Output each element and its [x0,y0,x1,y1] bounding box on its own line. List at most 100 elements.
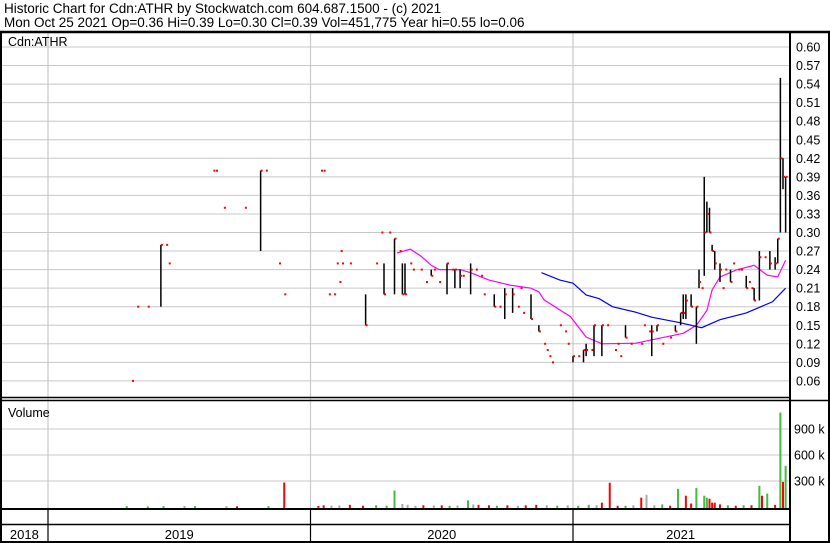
price-bar-close [680,311,683,314]
price-bar-close [475,268,478,271]
volume-bar [766,493,769,508]
volume-bar [758,485,761,508]
price-tick-label: 0.12 [796,337,820,351]
price-bar-close [410,262,413,265]
volume-tick-label: 900 k [794,423,825,437]
volume-bar [600,502,603,508]
price-bar-close [559,324,562,327]
price-tick-label: 0.24 [796,263,820,277]
volume-bar [632,505,635,508]
price-bar-close [675,330,678,333]
volume-bar [125,506,128,508]
price-bar-close [780,157,783,160]
price-bar-close [483,293,486,296]
volume-bar [577,505,580,508]
price-tick-label: 0.54 [796,78,820,92]
chart-title: Historic Chart for Cdn:ATHR by Stockwatc… [4,1,441,16]
volume-bar [516,505,519,508]
volume-bar [422,505,425,508]
price-bar-close [365,324,368,327]
price-bar-close [712,250,715,253]
price-bar-close [594,324,596,327]
price-bar-close [531,318,533,321]
volume-bar [317,505,320,508]
price-tick-label: 0.27 [796,245,820,259]
volume-axis: 900 k 600 k 300 k [794,423,825,489]
price-bar-close [733,262,736,265]
price-bar-close [552,361,554,364]
volume-bar [348,504,351,508]
volume-bar [477,504,480,508]
volume-bar [782,481,784,508]
year-label: 2021 [666,527,695,542]
volume-bar [695,487,698,508]
volume-bar [742,505,745,508]
price-bar-close [546,348,549,351]
volume-bar [616,505,619,508]
price-bar-close [439,280,442,283]
price-bar-close [769,262,772,265]
price-bar-close [412,268,415,271]
price-bar-close [641,342,644,345]
price-tick-label: 0.42 [796,152,820,166]
price-bar-close [615,348,617,351]
price-bar-close [685,299,688,302]
price-bar-close [549,355,552,358]
price-bar-close [630,342,633,345]
price-bar-close [340,250,343,253]
volume-bar [684,495,687,508]
volume-bar [669,505,672,508]
price-bar-close [565,330,568,333]
volume-bar [330,505,333,508]
volume-bar [338,505,341,508]
price-bar-close [709,231,712,234]
price-tick-label: 0.48 [796,115,820,129]
price-tick-label: 0.57 [796,59,820,73]
volume-bar [406,504,409,508]
price-bar-close [334,293,337,296]
price-bar-close [384,293,386,296]
volume-bar [545,505,548,508]
price-bar-close [328,293,331,296]
volume-bar [401,503,404,508]
volume-bar [653,505,656,508]
price-bar-close [701,287,704,290]
price-bar-close [775,262,778,265]
price-bar-close [223,206,226,209]
price-tick-label: 0.09 [796,356,820,370]
price-bar-close [470,268,473,271]
price-bar-close [651,330,654,333]
volume-tick-label: 600 k [794,449,825,463]
price-tick-label: 0.33 [796,207,820,221]
stock-chart: Historic Chart for Cdn:ATHR by Stockwatc… [0,0,830,543]
price-bar-close [336,262,339,265]
price-bar-close [620,355,623,358]
volume-bar [236,506,238,508]
price-bar-close [706,212,709,215]
price-bar-close [454,268,457,271]
price-bar-close [725,268,728,271]
volume-bar [506,505,509,508]
price-bar-close [213,169,216,172]
price-bar-close [538,330,541,333]
price-bar-close [714,262,717,265]
price-bar-close [244,206,247,209]
volume-bar [448,505,451,508]
volume-bar [414,505,417,508]
price-bar-close [447,262,449,265]
volume-bar [734,505,737,508]
volume-bar [267,506,270,508]
price-bar-close [544,342,547,345]
price-bar-close [394,237,397,240]
price-tick-label: 0.51 [796,96,820,110]
price-bar-close [785,175,788,178]
price-bar-close [512,293,515,296]
price-bar-close [730,280,733,283]
volume-bar [726,505,729,508]
price-bar-close [583,348,586,351]
price-bar-close [504,293,507,296]
price-bar-close [746,287,749,290]
volume-bar [645,494,648,508]
price-bar-close [265,169,268,172]
price-bar-close [578,355,581,358]
